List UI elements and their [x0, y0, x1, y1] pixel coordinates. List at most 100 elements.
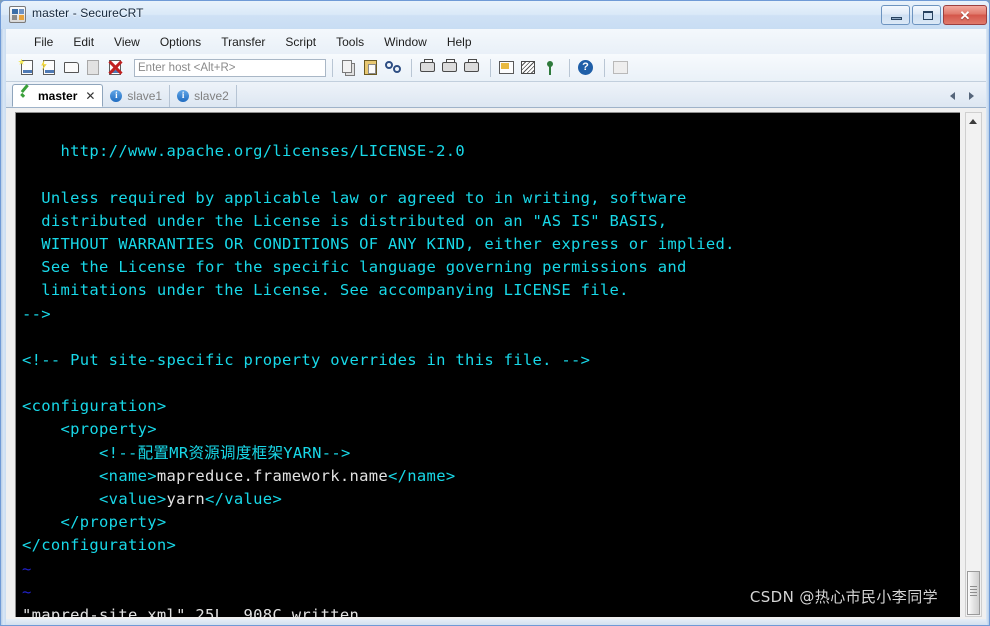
- help-icon[interactable]: [576, 58, 596, 78]
- terminal-line: Unless required by applicable law or agr…: [22, 187, 960, 210]
- maximize-button[interactable]: [912, 5, 941, 25]
- terminal-span: mapreduce.framework.name: [156, 466, 389, 485]
- minimize-icon: [891, 17, 902, 20]
- tab-slave2[interactable]: slave2: [170, 85, 237, 107]
- terminal-screen[interactable]: http://www.apache.org/licenses/LICENSE-2…: [15, 112, 960, 617]
- arrange-windows-icon: [611, 58, 631, 78]
- menu-script[interactable]: Script: [275, 32, 326, 52]
- menu-help[interactable]: Help: [437, 32, 482, 52]
- terminal-line: <value>yarn</value>: [22, 488, 960, 511]
- minimize-button[interactable]: [881, 5, 910, 25]
- info-icon: [177, 89, 190, 102]
- menu-tools[interactable]: Tools: [326, 32, 374, 52]
- host-input[interactable]: Enter host <Alt+R>: [134, 58, 326, 77]
- tab-slave1[interactable]: slave1: [103, 85, 171, 107]
- menu-edit[interactable]: Edit: [63, 32, 104, 52]
- session-options-icon[interactable]: [497, 58, 517, 78]
- tab-bar: master ✕ slave1 slave2: [6, 82, 986, 108]
- new-session-icon[interactable]: [18, 58, 38, 78]
- terminal-span: <property>: [22, 420, 157, 439]
- tab-label: master: [38, 88, 78, 103]
- terminal-span: "mapred-site.xml" 25L, 908C written: [22, 605, 360, 617]
- terminal-line: <configuration>: [22, 395, 960, 418]
- scroll-thumb[interactable]: [967, 571, 980, 615]
- tab-label: slave1: [127, 89, 163, 103]
- terminal-span: Unless required by applicable law or agr…: [22, 188, 687, 207]
- terminal-span: distributed under the License is distrib…: [22, 211, 668, 230]
- close-button[interactable]: ✕: [943, 5, 987, 25]
- tab-navigation: [942, 89, 986, 107]
- key-icon[interactable]: [541, 58, 561, 78]
- terminal-line: <!-- Put site-specific property override…: [22, 349, 960, 372]
- toolbar-separator: [411, 58, 412, 77]
- terminal-line: ~: [22, 558, 960, 581]
- toolbar: Enter host <Alt+R>: [6, 54, 986, 82]
- terminal-scrollbar[interactable]: [965, 112, 982, 617]
- terminal-line: </property>: [22, 511, 960, 534]
- print-screen-icon[interactable]: [418, 58, 438, 78]
- paste-icon[interactable]: [361, 58, 381, 78]
- watermark-text: CSDN @热心市民小李同学: [749, 588, 938, 606]
- terminal-span: </configuration>: [22, 536, 177, 555]
- terminal-span: See the License for the specific languag…: [22, 258, 687, 277]
- terminal-panel: http://www.apache.org/licenses/LICENSE-2…: [6, 108, 986, 621]
- terminal-span: WITHOUT WARRANTIES OR CONDITIONS OF ANY …: [22, 234, 735, 253]
- nav-right-arrow-icon[interactable]: [964, 89, 978, 103]
- terminal-line: WITHOUT WARRANTIES OR CONDITIONS OF ANY …: [22, 233, 960, 256]
- toolbar-separator: [490, 58, 491, 77]
- nav-left-arrow-icon[interactable]: [946, 89, 960, 103]
- scroll-up-arrow-icon[interactable]: [966, 113, 981, 128]
- title-bar: master - SecureCRT ✕: [1, 1, 989, 29]
- terminal-span: yarn: [166, 490, 206, 508]
- terminal-span: </name>: [388, 466, 456, 485]
- reconnect-icon: [84, 58, 104, 78]
- terminal-span: <!-- Put site-specific property override…: [22, 350, 591, 369]
- maximize-icon: [923, 11, 933, 20]
- log-session-icon[interactable]: [440, 58, 460, 78]
- window-controls: ✕: [879, 5, 987, 25]
- terminal-line: distributed under the License is distrib…: [22, 210, 960, 233]
- quick-connect-icon[interactable]: [40, 58, 60, 78]
- copy-icon: [339, 58, 359, 78]
- terminal-line: -->: [22, 303, 960, 326]
- window-title: master - SecureCRT: [32, 6, 144, 20]
- print-icon[interactable]: [462, 58, 482, 78]
- terminal-span: ~: [22, 582, 32, 601]
- terminal-line: <!--配置MR资源调度框架YARN-->: [22, 442, 960, 465]
- menu-transfer[interactable]: Transfer: [211, 32, 275, 52]
- keymap-editor-icon[interactable]: [519, 58, 539, 78]
- open-session-folder-icon[interactable]: [62, 58, 82, 78]
- terminal-span: <name>: [22, 466, 157, 485]
- terminal-text: http://www.apache.org/licenses/LICENSE-2…: [22, 117, 960, 617]
- terminal-span: http://www.apache.org/licenses/LICENSE-2…: [22, 142, 466, 161]
- terminal-span: limitations under the License. See accom…: [22, 281, 629, 300]
- tab-label: slave2: [194, 89, 229, 103]
- terminal-line: <property>: [22, 418, 960, 441]
- tab-close-icon[interactable]: ✕: [85, 89, 95, 103]
- menu-view[interactable]: View: [104, 32, 150, 52]
- securecrt-app-icon: [9, 6, 26, 23]
- toolbar-separator: [604, 58, 605, 77]
- menu-bar: File Edit View Options Transfer Script T…: [6, 29, 986, 54]
- terminal-span: ~: [22, 559, 32, 578]
- disconnect-icon[interactable]: [106, 58, 126, 78]
- menu-file[interactable]: File: [24, 32, 63, 52]
- tab-master[interactable]: master ✕: [12, 84, 104, 107]
- menu-window[interactable]: Window: [374, 32, 437, 52]
- window-bottom-strip: [6, 619, 986, 625]
- terminal-span: </property>: [22, 513, 167, 532]
- find-icon[interactable]: [383, 58, 403, 78]
- terminal-span: </value>: [205, 490, 283, 508]
- info-icon: [110, 89, 123, 102]
- terminal-line: </configuration>: [22, 534, 960, 557]
- green-check-icon: [20, 90, 33, 101]
- menu-options[interactable]: Options: [150, 32, 211, 52]
- terminal-span: <!--配置MR资源调度框架YARN-->: [22, 443, 351, 462]
- terminal-span: <value>: [22, 490, 167, 508]
- terminal-line: <name>mapreduce.framework.name</name>: [22, 465, 960, 488]
- toolbar-separator: [569, 58, 570, 77]
- close-icon: ✕: [959, 8, 971, 23]
